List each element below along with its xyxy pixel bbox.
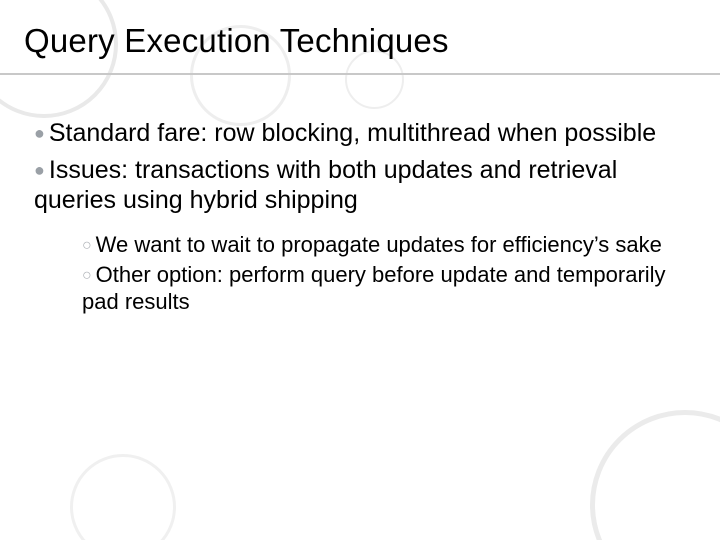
bullet-dot-icon: ● <box>34 160 45 180</box>
bullet-text: Issues: transactions with both updates a… <box>34 156 617 215</box>
sub-bullet-text: We want to wait to propagate updates for… <box>96 232 662 257</box>
bullet-ring-icon: ○ <box>82 267 92 284</box>
slide-title: Query Execution Techniques <box>0 0 720 66</box>
slide-body: ●Standard fare: row blocking, multithrea… <box>0 66 720 316</box>
slide-content: Query Execution Techniques ●Standard far… <box>0 0 720 316</box>
sub-bullet-item: ○Other option: perform query before upda… <box>82 262 686 316</box>
bullet-text: Standard fare: row blocking, multithread… <box>49 119 656 147</box>
sub-bullet-item: ○We want to wait to propagate updates fo… <box>82 232 686 259</box>
bullet-ring-icon: ○ <box>82 237 92 254</box>
bullet-item: ●Standard fare: row blocking, multithrea… <box>34 118 686 149</box>
bullet-item: ●Issues: transactions with both updates … <box>34 155 686 216</box>
decorative-circle <box>590 410 720 540</box>
sub-bullet-text: Other option: perform query before updat… <box>82 262 666 314</box>
bullet-dot-icon: ● <box>34 123 45 143</box>
sub-bullet-list: ○We want to wait to propagate updates fo… <box>34 222 686 316</box>
decorative-circle <box>70 454 176 540</box>
